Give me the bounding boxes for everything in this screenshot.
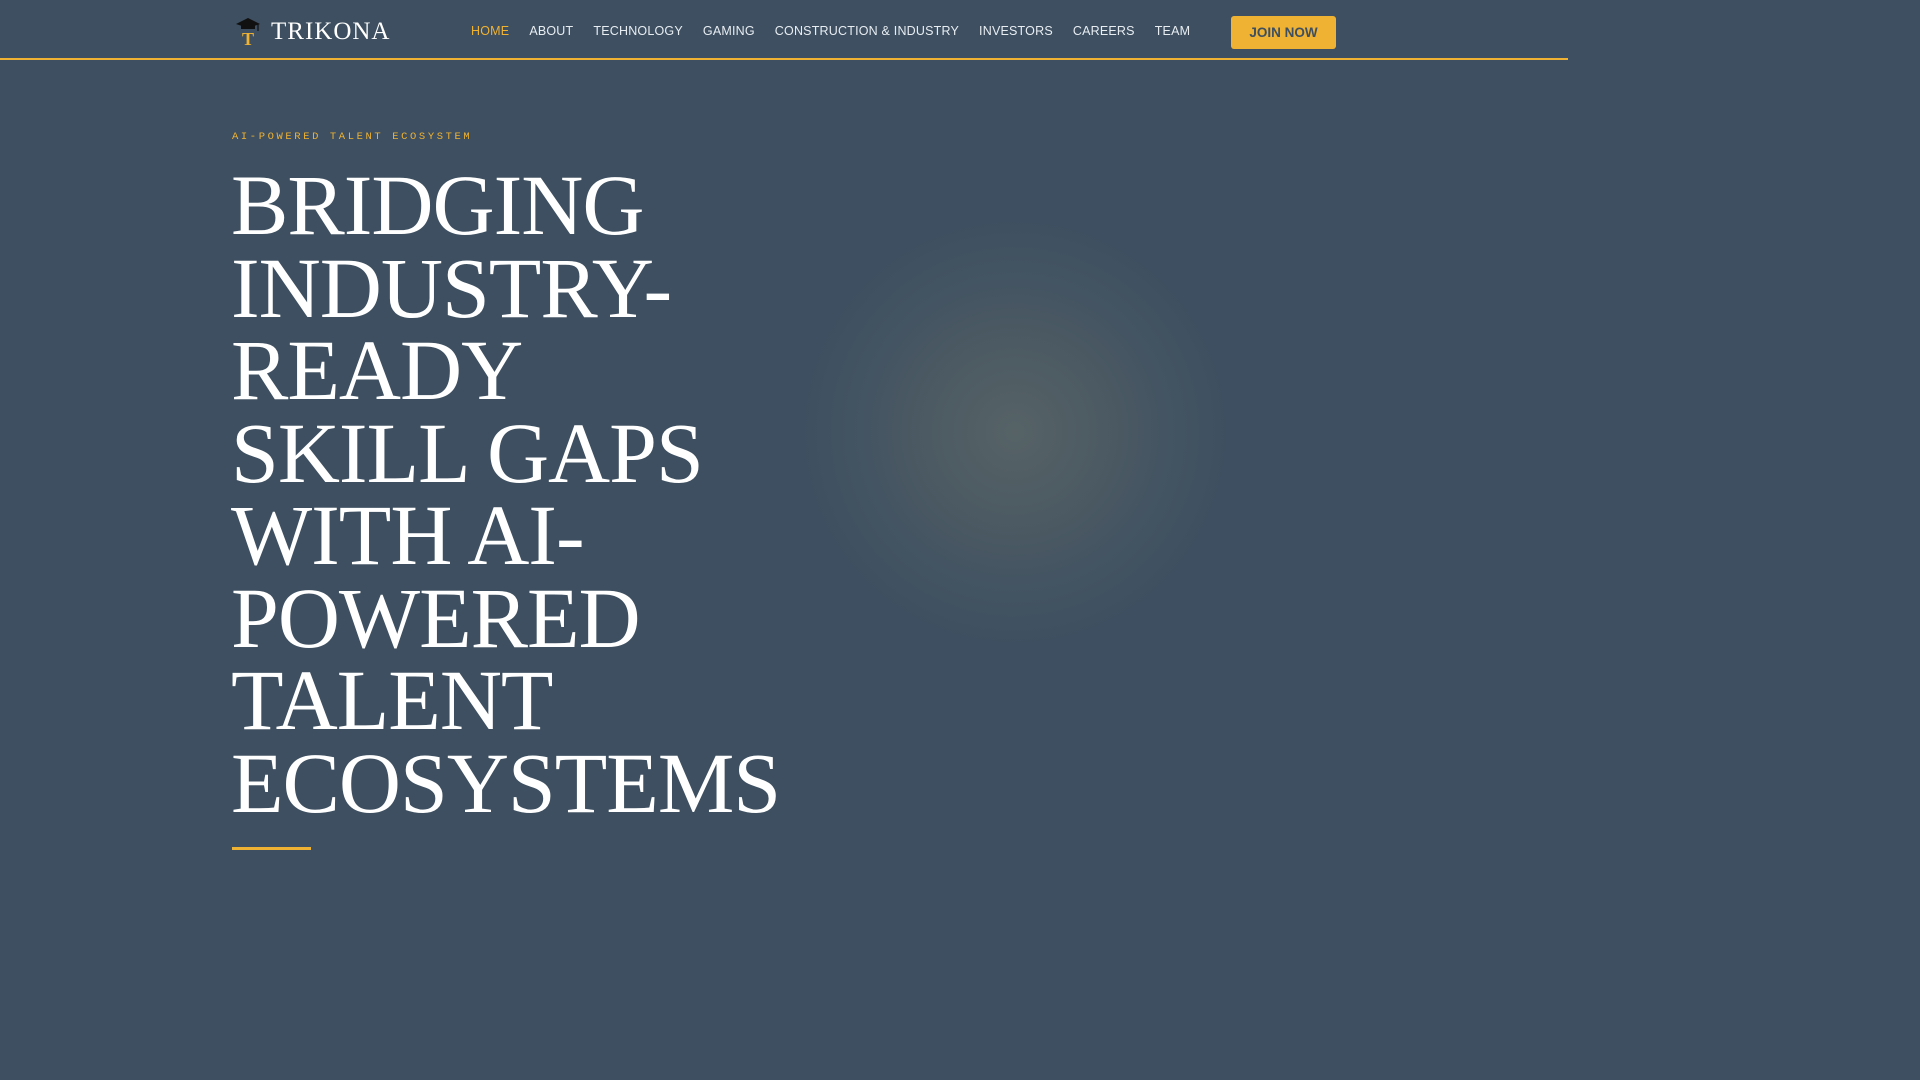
nav-item-careers[interactable]: CAREERS [1073,24,1135,38]
nav-item-team[interactable]: TEAM [1155,24,1191,38]
headline-line: TALENT [231,652,553,748]
headline-line: ECOSYSTEMS [231,734,781,831]
brand-name: TRIKONA [271,18,391,45]
nav-item-technology[interactable]: TECHNOLOGY [593,24,683,38]
hero-eyebrow: AI-POWERED TALENT ECOSYSTEM [232,131,473,143]
svg-text:T: T [242,29,254,47]
brand-logo-link[interactable]: T TRIKONA [235,16,391,48]
hero-headline: BRIDGING INDUSTRY- READY SKILL GAPS WITH… [231,157,871,831]
headline-line: POWERED [231,569,641,666]
headline-line: INDUSTRY- [231,239,672,336]
nav-item-investors[interactable]: INVESTORS [979,24,1053,38]
headline-line: READY [231,322,523,418]
headline-line: BRIDGING [231,157,644,253]
headline-line: WITH AI- [231,487,585,583]
nav-item-home[interactable]: HOME [471,24,509,38]
nav-item-gaming[interactable]: GAMING [703,24,755,38]
main-nav: HOME ABOUT TECHNOLOGY GAMING CONSTRUCTIO… [471,24,1190,38]
graduation-cap-icon: T [236,18,260,47]
nav-item-construction-industry[interactable]: CONSTRUCTION & INDUSTRY [775,24,959,38]
join-now-button[interactable]: JOIN NOW [1231,16,1336,49]
accent-divider [232,847,311,850]
headline-line: SKILL GAPS [231,404,704,501]
site-header: T TRIKONA HOME ABOUT TECHNOLOGY GAMING C… [0,0,1568,60]
nav-item-about[interactable]: ABOUT [529,24,573,38]
